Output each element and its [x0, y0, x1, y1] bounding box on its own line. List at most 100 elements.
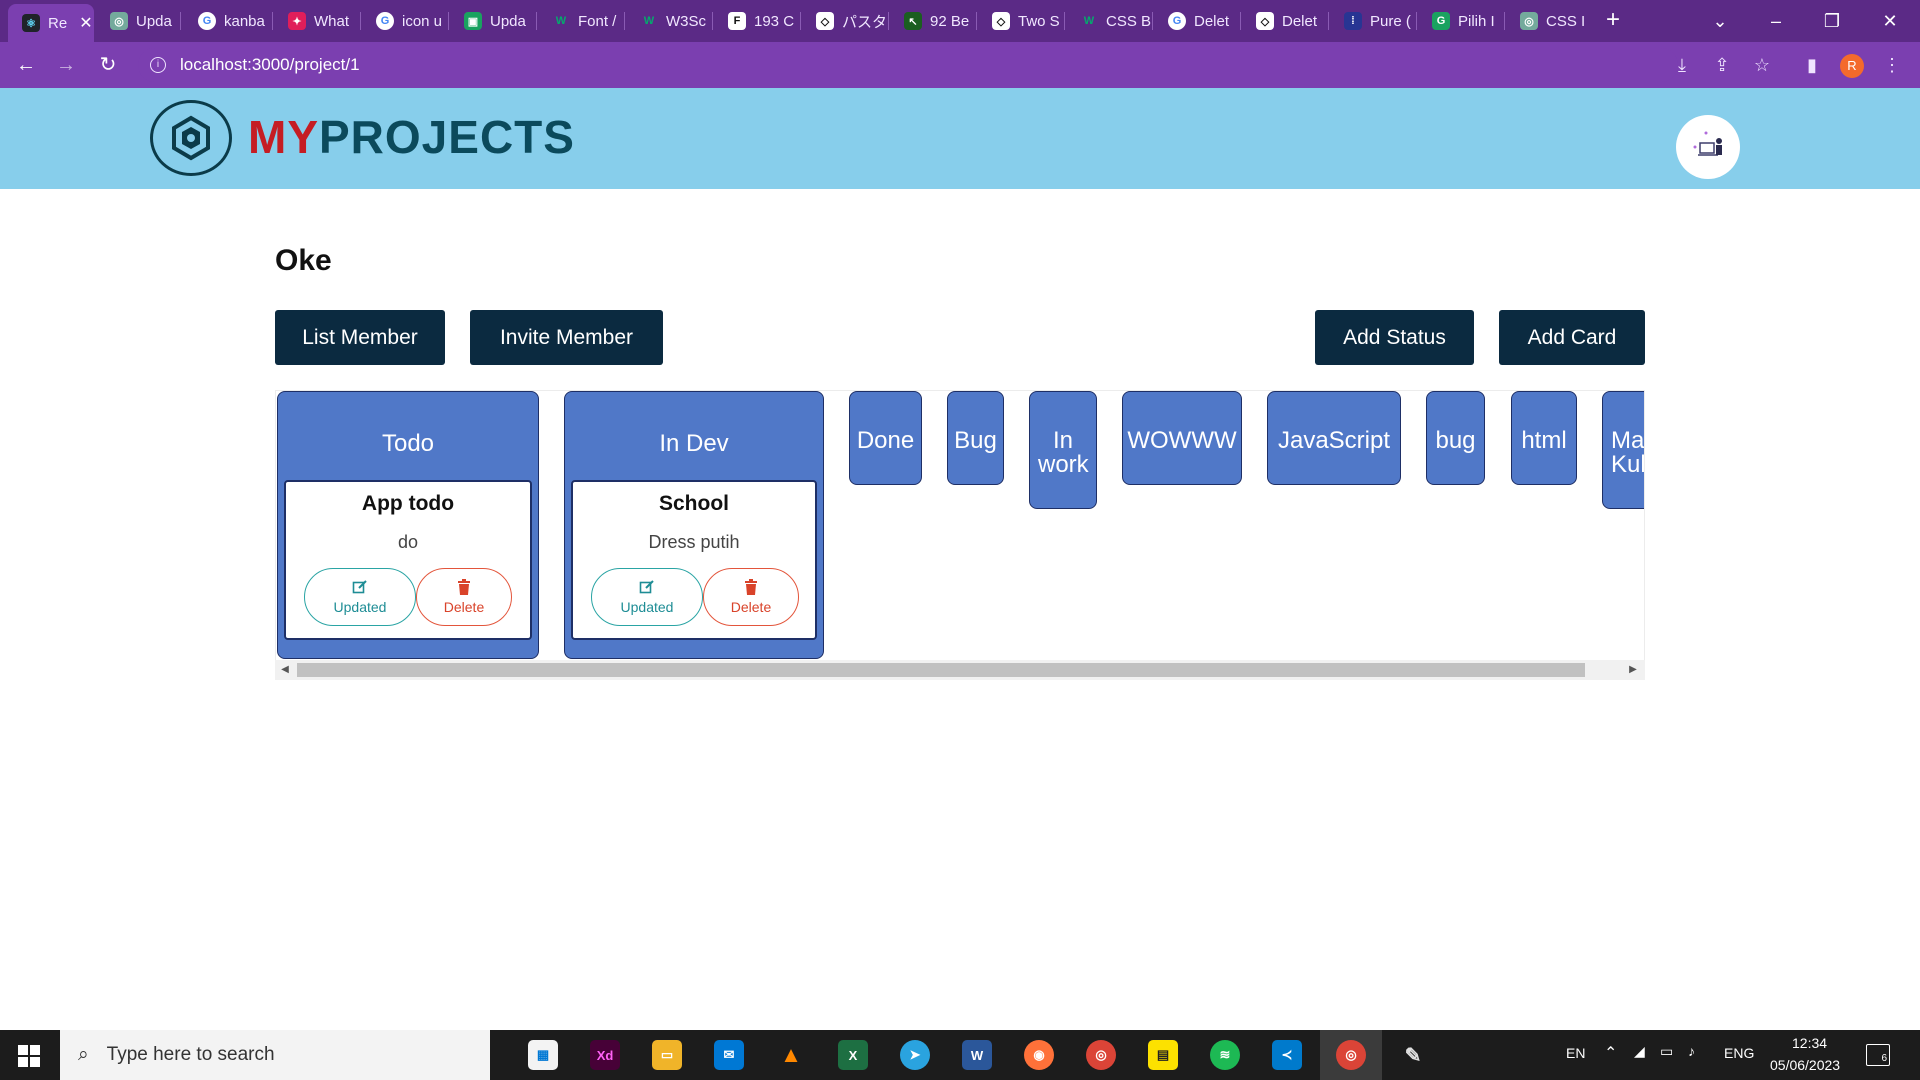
delete-card-button[interactable]: Delete [703, 568, 799, 626]
bookmark-star-icon[interactable]: ☆ [1750, 53, 1774, 77]
new-tab-icon[interactable]: + [1600, 8, 1626, 34]
tab-w3schools[interactable]: W W3Sc [626, 6, 712, 36]
tab-f-site[interactable]: F 193 C [714, 6, 800, 36]
input-language-short[interactable]: EN [1566, 1045, 1585, 1061]
chrome-profile-icon[interactable]: ◎ [1086, 1040, 1116, 1070]
status-column-bug-2[interactable]: bug [1426, 391, 1485, 485]
column-title: Done [856, 427, 915, 454]
scroll-left-icon[interactable]: ◀ [279, 663, 291, 677]
tab-pure[interactable]: ⁞ Pure ( [1330, 6, 1416, 36]
status-column-in-dev[interactable]: In Dev School Dress putih Updated Delete [564, 391, 824, 659]
maximize-icon[interactable]: ❐ [1812, 6, 1852, 36]
w3-icon: W [555, 15, 567, 27]
invite-member-button[interactable]: Invite Member [470, 310, 663, 365]
status-column-in-work[interactable]: In work [1029, 391, 1097, 509]
microsoft-store-icon[interactable]: ▦ [528, 1040, 558, 1070]
spotify-icon[interactable]: ≋ [1210, 1040, 1240, 1070]
word-icon[interactable]: W [962, 1040, 992, 1070]
add-status-button[interactable]: Add Status [1315, 310, 1474, 365]
vlc-icon[interactable]: ▲ [776, 1040, 806, 1070]
tab-codepen-delete[interactable]: ◇ Delet [1242, 6, 1328, 36]
tab-label: Pure ( [1370, 12, 1411, 30]
logo-icon[interactable] [150, 100, 232, 176]
status-column-bug[interactable]: Bug [947, 391, 1004, 485]
file-explorer-icon[interactable]: ▭ [652, 1040, 682, 1070]
battery-icon[interactable]: ▭ [1660, 1043, 1673, 1060]
tab-whatsapp[interactable]: ✦ What [274, 6, 360, 36]
update-card-button[interactable]: Updated [304, 568, 416, 626]
update-card-button[interactable]: Updated [591, 568, 703, 626]
delete-card-button[interactable]: Delete [416, 568, 512, 626]
trash-icon [745, 579, 757, 595]
wifi-icon[interactable]: ◢ [1634, 1043, 1645, 1060]
kanban-board[interactable]: Todo App todo do Updated Delete In Dev S… [275, 390, 1645, 680]
url-input[interactable]: i localhost:3000/project/1 [138, 48, 1678, 82]
status-column-ma-kul[interactable]: Ma Kul [1602, 391, 1644, 509]
windows-start-icon[interactable] [18, 1045, 40, 1067]
tab-search-chevron-icon[interactable]: ⌄ [1700, 6, 1740, 36]
telegram-icon[interactable]: ➤ [900, 1040, 930, 1070]
trash-icon [458, 579, 470, 595]
board-horizontal-scrollbar[interactable]: ◀ ▶ [275, 660, 1645, 680]
notification-center-icon[interactable]: 6 [1866, 1044, 1890, 1066]
column-title: bug [1435, 427, 1476, 454]
tab-label: icon u [402, 12, 443, 30]
adobe-xd-icon[interactable]: Xd [590, 1040, 620, 1070]
side-panel-icon[interactable]: ▮ [1800, 53, 1824, 77]
input-language[interactable]: ENG [1724, 1045, 1754, 1061]
brand-logo-text[interactable]: MYPROJECTS [248, 110, 575, 164]
tab-codepen-two[interactable]: ◇ Two S [978, 6, 1064, 36]
profile-avatar[interactable]: R [1840, 54, 1864, 78]
sticky-notes-icon[interactable]: ▤ [1148, 1040, 1178, 1070]
clock-time[interactable]: 12:34 [1792, 1035, 1827, 1051]
status-column-done[interactable]: Done [849, 391, 922, 485]
scrollbar-thumb[interactable] [297, 663, 1585, 677]
scroll-right-icon[interactable]: ▶ [1627, 663, 1639, 677]
reload-icon[interactable]: ↻ [94, 51, 122, 79]
volume-icon[interactable]: ♪ [1688, 1043, 1695, 1059]
tab-codepen-pasta[interactable]: ◇ パスタ [802, 6, 888, 36]
codepen-icon: ◇ [1256, 12, 1274, 30]
minimize-icon[interactable]: – [1756, 6, 1796, 36]
tab-chatgpt-css[interactable]: ◎ CSS I [1506, 6, 1592, 36]
mail-icon[interactable]: ✉ [714, 1040, 744, 1070]
tab-pilih[interactable]: G Pilih I [1418, 6, 1504, 36]
forward-icon[interactable]: → [52, 51, 80, 79]
task-card[interactable]: App todo do Updated Delete [284, 480, 532, 640]
status-column-todo[interactable]: Todo App todo do Updated Delete [277, 391, 539, 659]
add-card-button[interactable]: Add Card [1499, 310, 1645, 365]
list-member-button[interactable]: List Member [275, 310, 445, 365]
tab-update-green[interactable]: ▣ Upda [450, 6, 536, 36]
tab-w3-font[interactable]: W Font / [538, 6, 624, 36]
share-icon[interactable]: ⇪ [1710, 53, 1734, 77]
tab-chatgpt-1[interactable]: ◎ Upda [96, 6, 178, 36]
paint-icon[interactable]: ✎ [1398, 1040, 1428, 1070]
tab-react-app[interactable]: ⚛ Re ✕ [8, 4, 94, 42]
menu-kebab-icon[interactable]: ⋮ [1880, 53, 1904, 77]
taskbar-search-box[interactable]: ⌕ Type here to search [60, 1030, 490, 1080]
chrome-icon[interactable]: ◎ [1336, 1040, 1366, 1070]
tab-google-icon[interactable]: G icon u [362, 6, 448, 36]
user-avatar[interactable] [1676, 115, 1740, 179]
clock-date[interactable]: 05/06/2023 [1770, 1057, 1840, 1073]
update-label: Updated [333, 599, 387, 615]
excel-icon[interactable]: X [838, 1040, 868, 1070]
show-hidden-icons-icon[interactable]: ⌃ [1604, 1043, 1617, 1063]
site-info-icon[interactable]: i [150, 57, 166, 73]
tab-google-delete[interactable]: G Delet [1154, 6, 1240, 36]
vscode-icon[interactable]: ≺ [1272, 1040, 1302, 1070]
tab-w3-css[interactable]: W CSS B [1066, 6, 1152, 36]
status-column-wowww[interactable]: WOWWW [1122, 391, 1242, 485]
close-window-icon[interactable]: ✕ [1870, 6, 1910, 36]
task-card[interactable]: School Dress putih Updated Delete [571, 480, 817, 640]
status-column-javascript[interactable]: JavaScript [1267, 391, 1401, 485]
tab-google-kanban[interactable]: G kanba [184, 6, 270, 36]
tab-cursor[interactable]: ↖ 92 Be [890, 6, 976, 36]
firefox-icon[interactable]: ◉ [1024, 1040, 1054, 1070]
install-icon[interactable]: ⤓ [1670, 53, 1694, 77]
back-icon[interactable]: ← [12, 51, 40, 79]
project-title: Oke [275, 244, 332, 277]
close-icon[interactable]: ✕ [79, 13, 92, 33]
tab-divider [1064, 12, 1065, 30]
status-column-html[interactable]: html [1511, 391, 1577, 485]
